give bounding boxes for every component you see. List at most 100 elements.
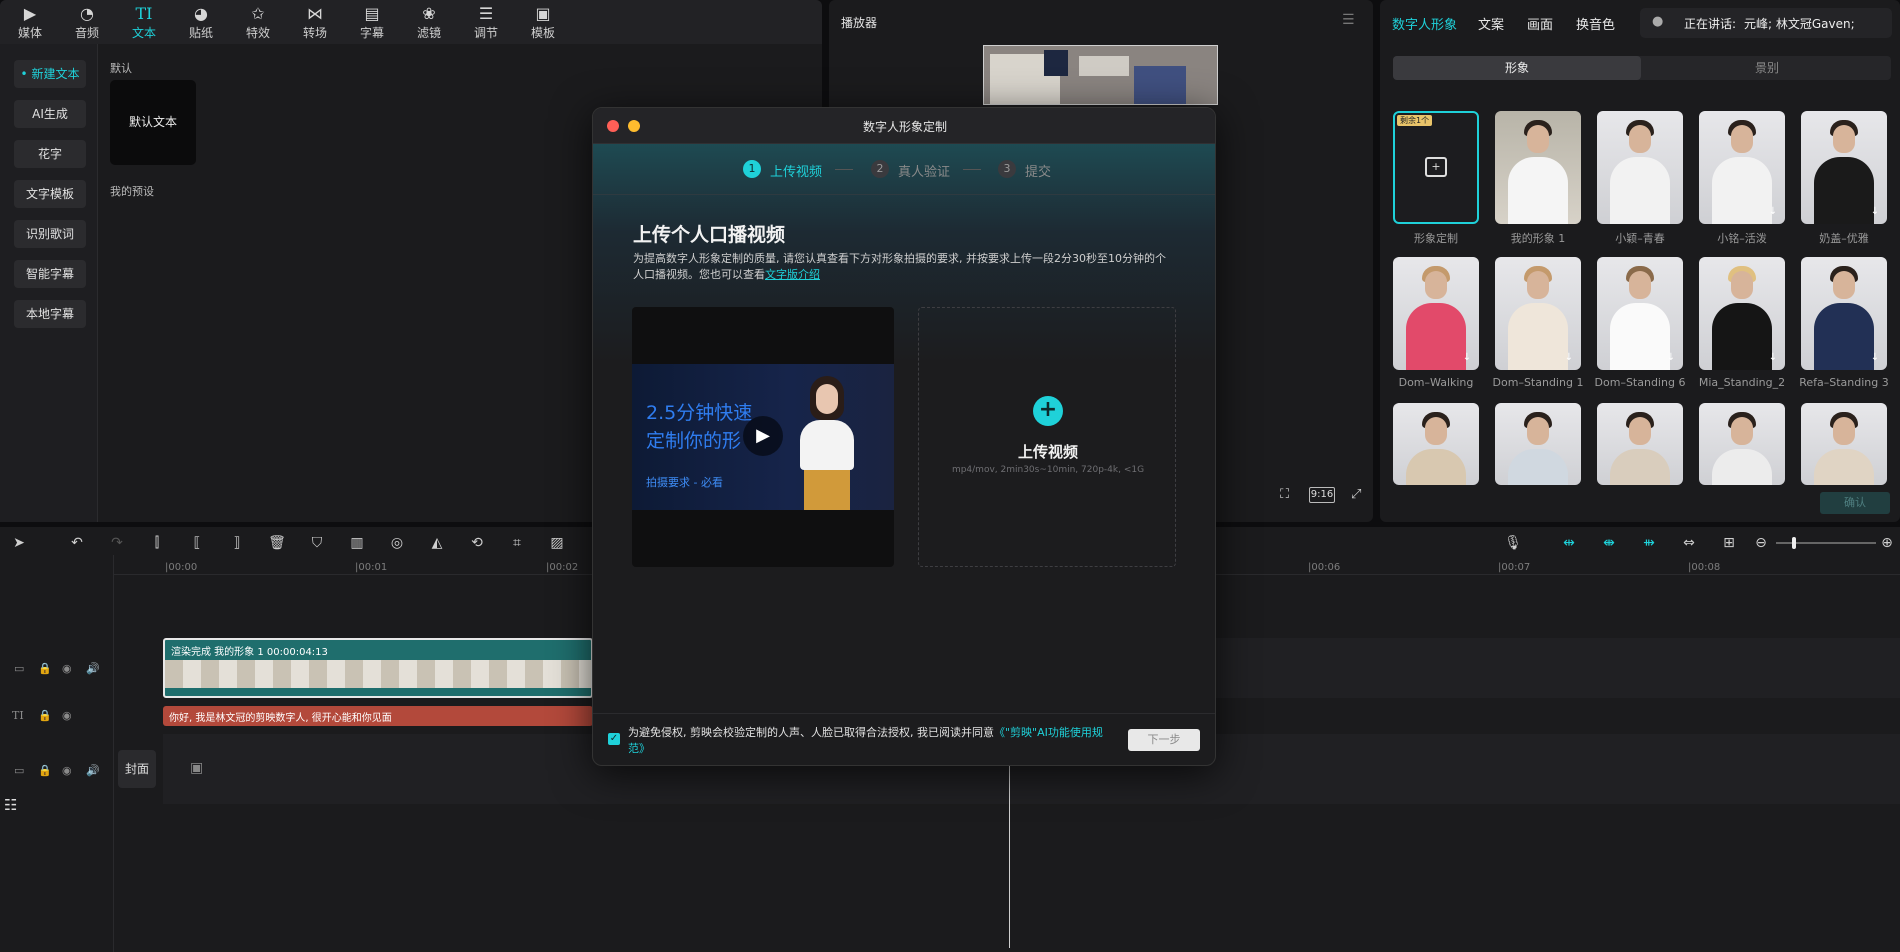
sidebar-item-new-text[interactable]: • 新建文本 bbox=[14, 60, 86, 88]
video-track-bg bbox=[1216, 638, 1900, 698]
microphone-icon[interactable]: ● bbox=[1652, 14, 1663, 29]
avatar-card-my-avatar[interactable] bbox=[1495, 111, 1581, 224]
toolbar-item-subtitle[interactable]: ▤ 字幕 bbox=[347, 4, 397, 42]
sidebar-item-fancy-text[interactable]: 花字 bbox=[14, 140, 86, 168]
main-track-magnet-icon[interactable]: ⇹ bbox=[1560, 534, 1578, 552]
toolbar-item-text[interactable]: TI 文本 bbox=[119, 4, 169, 42]
fullscreen-icon[interactable]: ⤢ bbox=[1351, 487, 1361, 502]
sidebar-item-recognize-lyrics[interactable]: 识别歌词 bbox=[14, 220, 86, 248]
freeze-icon[interactable]: ▥ bbox=[348, 534, 366, 552]
zoom-in-icon[interactable]: ⊕ bbox=[1878, 534, 1896, 552]
subtab-framing[interactable]: 景别 bbox=[1643, 56, 1891, 80]
mute-icon[interactable]: 🔊 bbox=[86, 662, 100, 675]
download-icon[interactable]: ↓ bbox=[1869, 206, 1881, 218]
download-icon[interactable]: ↓ bbox=[1869, 352, 1881, 364]
subtab-avatar[interactable]: 形象 bbox=[1393, 56, 1641, 80]
auto-snap-icon[interactable]: ⇼ bbox=[1600, 534, 1618, 552]
toolbar-item-media[interactable]: ▶ 媒体 bbox=[5, 4, 55, 42]
confirm-button[interactable]: 确认 bbox=[1820, 492, 1890, 514]
sidebar-item-ai-generate[interactable]: AI生成 bbox=[14, 100, 86, 128]
toolbar-item-effects[interactable]: ✩ 特效 bbox=[233, 4, 283, 42]
toolbar-item-transition[interactable]: ⋈ 转场 bbox=[290, 4, 340, 42]
lock-icon[interactable]: 🔒 bbox=[38, 662, 52, 675]
avatar-card[interactable]: ↓ bbox=[1801, 111, 1887, 224]
visibility-icon[interactable]: ◉ bbox=[62, 662, 72, 675]
visibility-icon[interactable]: ◉ bbox=[62, 764, 72, 777]
avatar-card[interactable]: ↓ bbox=[1597, 257, 1683, 370]
text-clip[interactable]: 你好, 我是林文冠的剪映数字人, 很开心能和你见面 bbox=[163, 706, 593, 726]
full-view-icon[interactable]: ⊞ bbox=[1720, 534, 1738, 552]
player-menu-icon[interactable]: ☰ bbox=[1342, 12, 1355, 28]
avatar-card[interactable] bbox=[1495, 403, 1581, 485]
cover-button[interactable]: 封面 bbox=[118, 750, 156, 788]
split-right-icon[interactable]: ⟧ bbox=[228, 534, 246, 552]
sidebar-item-smart-subtitle[interactable]: 智能字幕 bbox=[14, 260, 86, 288]
upload-dropzone[interactable]: + 上传视频 mp4/mov, 2min30s~10min, 720p-4k, … bbox=[918, 307, 1176, 567]
avatar-custom-card[interactable]: 剩余1个 + bbox=[1393, 111, 1479, 224]
lock-icon[interactable]: 🔒 bbox=[38, 709, 52, 722]
timeline-list-icon[interactable]: ☷ bbox=[4, 796, 17, 814]
download-icon[interactable]: ↓ bbox=[1767, 352, 1779, 364]
lock-icon[interactable]: 🔒 bbox=[38, 764, 52, 777]
fit-screen-icon[interactable]: ⛶ bbox=[1280, 487, 1289, 502]
zoom-slider[interactable] bbox=[1776, 537, 1876, 549]
mute-icon[interactable]: 🔊 bbox=[86, 764, 100, 777]
avatar-card[interactable]: ↓ bbox=[1801, 257, 1887, 370]
crop-icon[interactable]: ⌗ bbox=[508, 534, 526, 552]
tab-script[interactable]: 文案 bbox=[1478, 14, 1504, 33]
toolbar-item-template[interactable]: ▣ 模板 bbox=[518, 4, 568, 42]
record-mic-icon[interactable]: 🎙 bbox=[1504, 534, 1522, 552]
visibility-icon[interactable]: ◉ bbox=[62, 709, 72, 722]
mark-icon[interactable]: ⛉ bbox=[308, 534, 326, 552]
sidebar-item-text-template[interactable]: 文字模板 bbox=[14, 180, 86, 208]
tutorial-video[interactable]: 2.5分钟快速 定制你的形 拍摄要求 - 必看 ▶ bbox=[632, 307, 894, 567]
toolbar-item-adjust[interactable]: ☰ 调节 bbox=[461, 4, 511, 42]
agree-checkbox[interactable]: ✓ bbox=[608, 733, 620, 745]
delete-icon[interactable]: 🗑 bbox=[268, 534, 286, 552]
text-intro-link[interactable]: 文字版介绍 bbox=[765, 268, 820, 281]
speed-icon[interactable]: ◎ bbox=[388, 534, 406, 552]
avatar-card[interactable] bbox=[1699, 403, 1785, 485]
download-icon[interactable]: ↓ bbox=[1563, 352, 1575, 364]
rotate-icon[interactable]: ⟲ bbox=[468, 534, 486, 552]
mirror-icon[interactable]: ◭ bbox=[428, 534, 446, 552]
download-icon[interactable]: ↓ bbox=[1461, 352, 1473, 364]
toolbar-item-audio[interactable]: ◔ 音频 bbox=[62, 4, 112, 42]
toolbar-item-filter[interactable]: ❀ 滤镜 bbox=[404, 4, 454, 42]
video-clip[interactable]: 渲染完成 我的形象 1 00:00:04:13 bbox=[163, 638, 593, 698]
linkage-icon[interactable]: ⇻ bbox=[1640, 534, 1658, 552]
step-3-number: 3 bbox=[998, 160, 1016, 178]
preview-axis-icon[interactable]: ⇔ bbox=[1680, 534, 1698, 552]
avatar-card[interactable]: ↓ bbox=[1699, 257, 1785, 370]
tab-digital-human[interactable]: 数字人形象 bbox=[1392, 14, 1457, 33]
download-icon[interactable]: ↓ bbox=[1767, 206, 1779, 218]
avatar-card[interactable] bbox=[1597, 111, 1683, 224]
zoom-out-icon[interactable]: ⊖ bbox=[1752, 534, 1770, 552]
ruler-tick: |00:02 bbox=[546, 562, 579, 573]
playhead[interactable] bbox=[1009, 766, 1010, 948]
track-header-column bbox=[0, 555, 114, 952]
tab-scene[interactable]: 画面 bbox=[1527, 14, 1553, 33]
ai-image-icon[interactable]: ▨ bbox=[548, 534, 566, 552]
undo-icon[interactable]: ↶ bbox=[68, 534, 86, 552]
upload-plus-icon: + bbox=[1033, 396, 1063, 426]
avatar-card[interactable] bbox=[1801, 403, 1887, 485]
track-type-main-icon: ▭ bbox=[14, 764, 25, 777]
avatar-card[interactable]: ↓ bbox=[1495, 257, 1581, 370]
sidebar-item-local-subtitle[interactable]: 本地字幕 bbox=[14, 300, 86, 328]
default-text-card[interactable]: 默认文本 bbox=[110, 80, 196, 165]
split-left-icon[interactable]: ⟦ bbox=[188, 534, 206, 552]
avatar-card[interactable]: ↓ bbox=[1393, 257, 1479, 370]
aspect-ratio-button[interactable]: 9:16 bbox=[1309, 487, 1335, 503]
split-icon[interactable]: ⫿ bbox=[148, 534, 166, 552]
avatar-card[interactable] bbox=[1393, 403, 1479, 485]
select-tool-icon[interactable]: ➤ bbox=[10, 534, 28, 552]
play-button[interactable]: ▶ bbox=[743, 416, 783, 456]
toolbar-item-sticker[interactable]: ◕ 贴纸 bbox=[176, 4, 226, 42]
avatar-card[interactable] bbox=[1597, 403, 1683, 485]
download-icon[interactable]: ↓ bbox=[1665, 352, 1677, 364]
next-step-button[interactable]: 下一步 bbox=[1128, 729, 1200, 751]
redo-icon[interactable]: ↷ bbox=[108, 534, 126, 552]
tab-voice[interactable]: 换音色 bbox=[1576, 14, 1615, 33]
avatar-card[interactable]: ↓ bbox=[1699, 111, 1785, 224]
